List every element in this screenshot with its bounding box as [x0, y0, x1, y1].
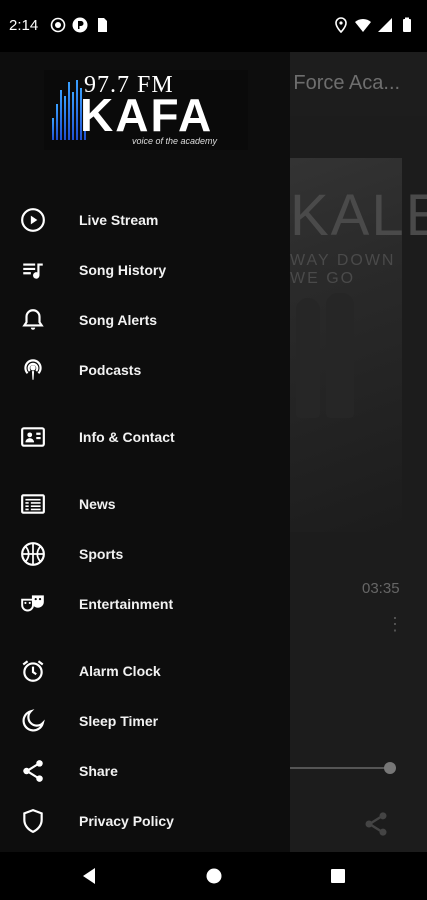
- sim-card-icon: [94, 17, 110, 33]
- record-icon: [50, 17, 66, 33]
- playlist-icon: [20, 257, 46, 283]
- menu-item-label: Privacy Policy: [79, 813, 174, 829]
- menu-item-share[interactable]: Share: [0, 749, 290, 793]
- menu-item-info-contact[interactable]: Info & Contact: [0, 415, 290, 459]
- menu-item-news[interactable]: News: [0, 482, 290, 526]
- system-navigation-bar: [0, 852, 427, 900]
- menu-item-label: Live Stream: [79, 212, 159, 228]
- seek-bar[interactable]: [290, 767, 390, 769]
- battery-icon: [399, 17, 415, 33]
- location-icon: [333, 17, 349, 33]
- station-logo: 97.7 FM KAFA voice of the academy: [44, 70, 248, 150]
- album-art-artist-text: KALEO: [290, 183, 427, 248]
- alarm-clock-icon: [20, 658, 46, 684]
- seek-thumb[interactable]: [384, 762, 396, 774]
- play-circle-icon: [20, 207, 46, 233]
- shield-icon: [20, 808, 46, 834]
- logo-tagline: voice of the academy: [132, 136, 218, 146]
- moon-icon: [20, 708, 46, 734]
- share-icon[interactable]: [362, 810, 390, 843]
- status-right-icons: [333, 17, 415, 33]
- album-figure: [326, 293, 354, 418]
- navigation-drawer: 97.7 FM KAFA voice of the academy Live S…: [0, 52, 290, 852]
- menu-item-label: Sleep Timer: [79, 713, 159, 729]
- home-icon[interactable]: [204, 866, 224, 886]
- signal-icon: [377, 17, 393, 33]
- status-left-icons: [50, 17, 110, 33]
- contact-card-icon: [20, 424, 46, 450]
- menu-item-label: Sports: [79, 546, 124, 562]
- theater-masks-icon: [20, 591, 46, 617]
- bell-icon: [20, 307, 46, 333]
- menu-item-label: Alarm Clock: [79, 663, 161, 679]
- menu-item-label: Entertainment: [79, 596, 174, 612]
- menu-item-label: Info & Contact: [79, 429, 175, 445]
- album-figure: [296, 298, 320, 418]
- menu-item-label: News: [79, 496, 116, 512]
- menu-item-label: Song Alerts: [79, 312, 158, 328]
- menu-item-live-stream[interactable]: Live Stream: [0, 198, 290, 242]
- back-icon[interactable]: [80, 866, 100, 886]
- menu-item-sleep-timer[interactable]: Sleep Timer: [0, 699, 290, 743]
- podcast-icon: [20, 357, 46, 383]
- track-duration: 03:35: [362, 580, 400, 597]
- menu-item-entertainment[interactable]: Entertainment: [0, 582, 290, 626]
- logo-call-sign: KAFA: [80, 89, 214, 141]
- status-time: 2:14: [9, 17, 39, 34]
- menu-item-song-alerts[interactable]: Song Alerts: [0, 298, 290, 342]
- more-options-icon[interactable]: ⋮: [386, 614, 404, 635]
- album-art-subtitle-text: WAY DOWN WE GO: [290, 252, 396, 287]
- menu-item-song-history[interactable]: Song History: [0, 248, 290, 292]
- menu-item-alarm-clock[interactable]: Alarm Clock: [0, 649, 290, 693]
- newspaper-icon: [20, 491, 46, 517]
- menu-item-label: Share: [79, 763, 118, 779]
- p-badge-icon: [72, 17, 88, 33]
- basketball-icon: [20, 541, 46, 567]
- menu-item-label: Podcasts: [79, 362, 142, 378]
- menu-item-privacy-policy[interactable]: Privacy Policy: [0, 799, 290, 843]
- menu-item-podcasts[interactable]: Podcasts: [0, 348, 290, 392]
- share-icon: [20, 758, 46, 784]
- wifi-icon: [355, 17, 371, 33]
- status-bar: 2:14: [0, 0, 427, 52]
- menu-item-label: Song History: [79, 262, 167, 278]
- menu-item-sports[interactable]: Sports: [0, 532, 290, 576]
- recents-icon[interactable]: [328, 866, 348, 886]
